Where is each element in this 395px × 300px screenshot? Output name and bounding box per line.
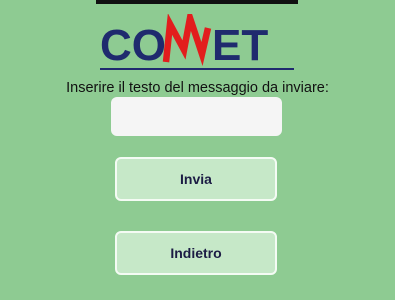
svg-text:ET: ET xyxy=(212,21,268,70)
back-button[interactable]: Indietro xyxy=(115,231,277,275)
svg-text:CO: CO xyxy=(100,21,166,70)
message-prompt-label: Inserire il testo del messaggio da invia… xyxy=(66,80,329,96)
top-divider xyxy=(96,0,298,4)
send-button[interactable]: Invia xyxy=(115,157,277,201)
message-input[interactable] xyxy=(111,97,282,136)
connet-logo: CO ET xyxy=(96,14,298,76)
